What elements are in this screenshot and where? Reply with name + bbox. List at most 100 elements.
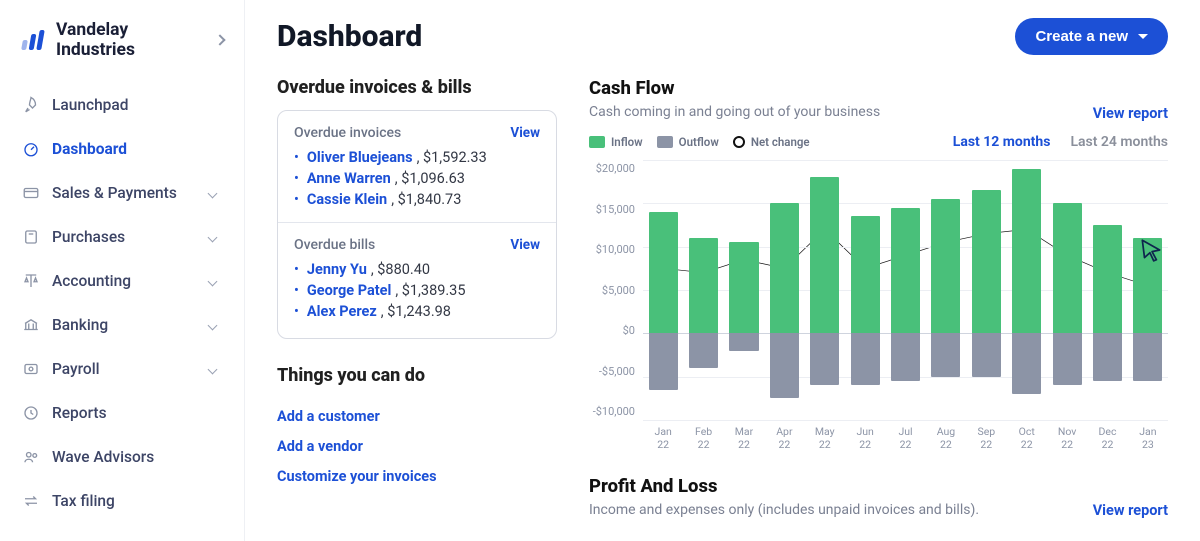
clock-icon	[22, 404, 40, 422]
sidebar-item-dashboard[interactable]: Dashboard	[12, 128, 232, 170]
overdue-invoice-row: •Cassie Klein, $1,840.73	[294, 191, 540, 208]
view-overdue-bills-link[interactable]: View	[510, 237, 540, 253]
brand-switcher[interactable]: Vandelay Industries	[12, 14, 232, 66]
caret-down-icon	[1138, 34, 1148, 39]
chevron-down-icon	[208, 276, 218, 286]
chart-column	[845, 160, 885, 420]
sidebar-item-label: Reports	[52, 404, 222, 422]
x-tick: Jul22	[885, 420, 925, 451]
overdue-invoice-amount: , $1,096.63	[395, 170, 465, 187]
cursor-pointer-icon	[1138, 237, 1164, 263]
chart-column	[683, 160, 723, 420]
overdue-card: Overdue invoices View •Oliver Bluejeans,…	[277, 110, 557, 339]
chevron-down-icon	[208, 320, 218, 330]
overdue-section-title: Overdue invoices & bills	[277, 77, 557, 98]
things-link-2[interactable]: Customize your invoices	[277, 468, 557, 485]
gauge-icon	[22, 140, 40, 158]
x-tick: May22	[805, 420, 845, 451]
overdue-bill-amount: , $1,243.98	[381, 303, 451, 320]
overdue-invoice-row: •Anne Warren, $1,096.63	[294, 170, 540, 187]
chart-column	[966, 160, 1006, 420]
sidebar-item-label: Payroll	[52, 360, 197, 378]
cashflow-chart: $20,000$15,000$10,000$5,000$0-$5,000-$10…	[589, 160, 1168, 420]
sidebar-item-label: Banking	[52, 316, 197, 334]
sidebar-item-label: Accounting	[52, 272, 197, 290]
sidebar-item-label: Sales & Payments	[52, 184, 197, 202]
legend-inflow: Inflow	[611, 135, 643, 149]
y-tick: $10,000	[596, 243, 635, 256]
sidebar-item-accounting[interactable]: Accounting	[12, 260, 232, 302]
cashflow-view-report-link[interactable]: View report	[1093, 105, 1168, 122]
inflow-swatch-icon	[589, 136, 605, 148]
chart-column	[885, 160, 925, 420]
create-new-button[interactable]: Create a new	[1015, 18, 1168, 55]
pl-title: Profit And Loss	[589, 475, 1168, 497]
y-tick: $15,000	[596, 203, 635, 216]
x-tick: Apr22	[764, 420, 804, 451]
range-12-months[interactable]: Last 12 months	[953, 134, 1051, 150]
sidebar-item-launchpad[interactable]: Launchpad	[12, 84, 232, 126]
overdue-bill-amount: , $880.40	[371, 261, 430, 278]
overdue-bill-name[interactable]: George Patel	[307, 282, 391, 299]
y-tick: $5,000	[602, 284, 635, 297]
arrows-icon	[22, 492, 40, 510]
x-tick: Jun22	[845, 420, 885, 451]
chart-column	[643, 160, 683, 420]
pl-view-report-link[interactable]: View report	[1093, 502, 1168, 519]
sidebar-item-label: Tax filing	[52, 492, 222, 510]
overdue-bill-row: •Jenny Yu, $880.40	[294, 261, 540, 278]
x-tick: Sep22	[966, 420, 1006, 451]
x-tick: Oct22	[1007, 420, 1047, 451]
overdue-invoice-name[interactable]: Anne Warren	[307, 170, 391, 187]
sidebar-item-label: Dashboard	[52, 140, 222, 158]
outflow-swatch-icon	[657, 136, 673, 148]
overdue-invoice-name[interactable]: Cassie Klein	[307, 191, 387, 208]
view-overdue-invoices-link[interactable]: View	[510, 125, 540, 141]
things-link-1[interactable]: Add a vendor	[277, 438, 557, 455]
brand-logo-icon	[20, 30, 46, 50]
overdue-bill-name[interactable]: Jenny Yu	[307, 261, 367, 278]
chevron-down-icon	[208, 364, 218, 374]
profit-loss-section: Profit And Loss Income and expenses only…	[589, 475, 1168, 532]
sidebar-item-wave-advisors[interactable]: Wave Advisors	[12, 436, 232, 478]
overdue-bills-heading: Overdue bills	[294, 237, 375, 253]
things-link-0[interactable]: Add a customer	[277, 408, 557, 425]
chart-column	[805, 160, 845, 420]
sidebar-nav: Launchpad Dashboard Sales & Payments Purcha…	[12, 84, 232, 522]
net-marker-icon	[733, 136, 745, 148]
overdue-bill-row: •Alex Perez, $1,243.98	[294, 303, 540, 320]
sidebar: Vandelay Industries Launchpad Dashboard Sa…	[0, 0, 245, 541]
chart-column	[764, 160, 804, 420]
rocket-icon	[22, 96, 40, 114]
overdue-invoices-heading: Overdue invoices	[294, 125, 401, 141]
sidebar-item-purchases[interactable]: Purchases	[12, 216, 232, 258]
overdue-bill-name[interactable]: Alex Perez	[307, 303, 377, 320]
chart-column	[1047, 160, 1087, 420]
overdue-invoice-amount: , $1,840.73	[391, 191, 461, 208]
sidebar-item-banking[interactable]: Banking	[12, 304, 232, 346]
x-tick: Nov22	[1047, 420, 1087, 451]
brand-name: Vandelay Industries	[56, 20, 206, 60]
legend-outflow: Outflow	[679, 135, 719, 149]
sidebar-item-sales-payments[interactable]: Sales & Payments	[12, 172, 232, 214]
overdue-invoice-amount: , $1,592.33	[417, 149, 487, 166]
chevron-down-icon	[208, 188, 218, 198]
sidebar-item-reports[interactable]: Reports	[12, 392, 232, 434]
overdue-bill-row: •George Patel, $1,389.35	[294, 282, 540, 299]
right-column: Cash Flow Cash coming in and going out o…	[589, 77, 1168, 541]
overdue-invoice-name[interactable]: Oliver Bluejeans	[307, 149, 413, 166]
sidebar-item-payroll[interactable]: Payroll	[12, 348, 232, 390]
range-24-months[interactable]: Last 24 months	[1070, 134, 1168, 150]
pl-subtitle: Income and expenses only (includes unpai…	[589, 502, 979, 518]
sidebar-item-tax-filing[interactable]: Tax filing	[12, 480, 232, 522]
chevron-right-icon	[214, 34, 225, 45]
people-icon	[22, 448, 40, 466]
chart-column	[926, 160, 966, 420]
x-tick: Aug22	[926, 420, 966, 451]
overdue-bill-amount: , $1,389.35	[395, 282, 465, 299]
scales-icon	[22, 272, 40, 290]
chevron-down-icon	[208, 232, 218, 242]
cashflow-title: Cash Flow	[589, 77, 880, 99]
card-icon	[22, 184, 40, 202]
sidebar-item-label: Wave Advisors	[52, 448, 222, 466]
